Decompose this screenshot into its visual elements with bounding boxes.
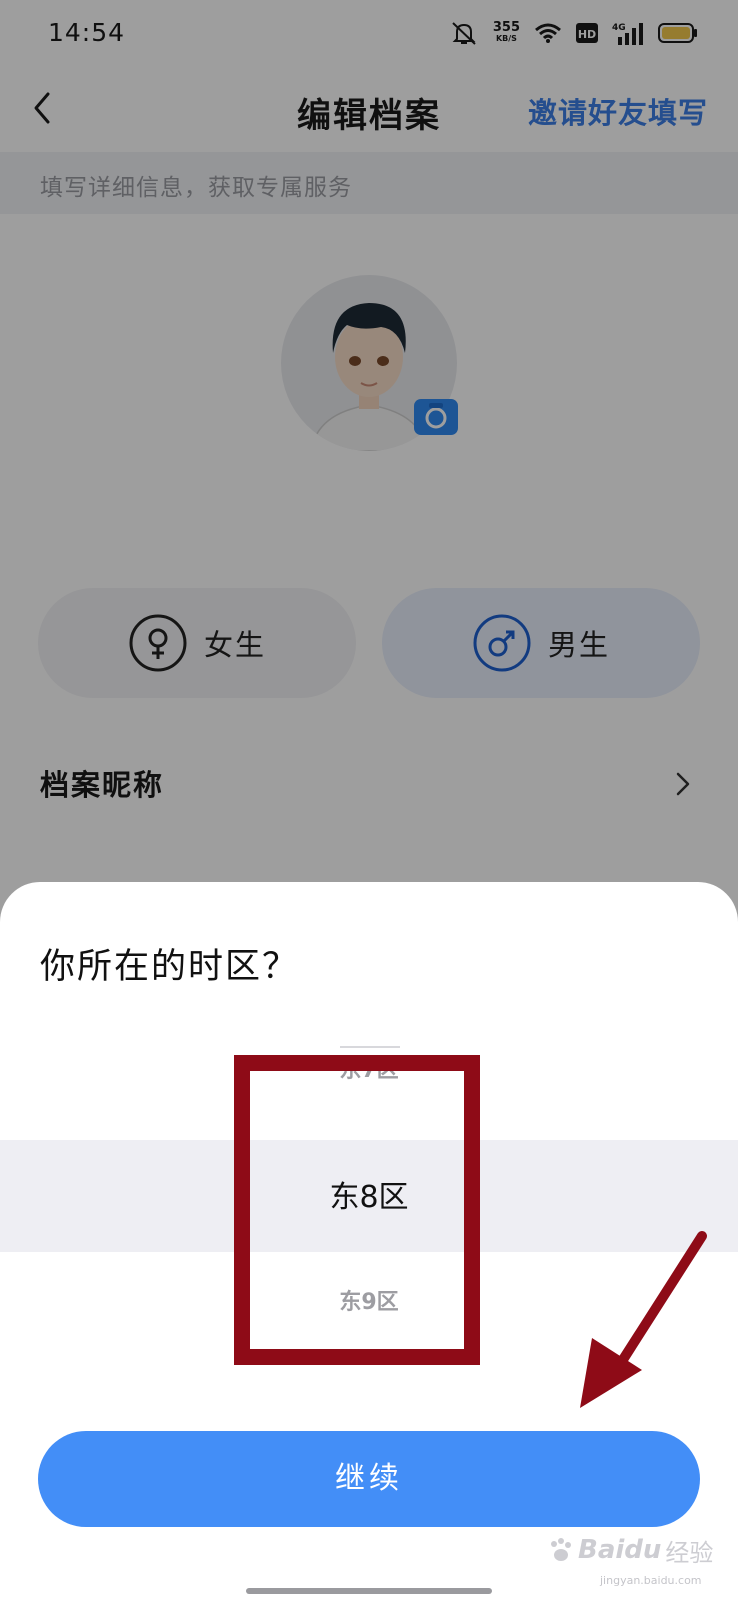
- annotation-highlight-box: [234, 1055, 480, 1365]
- continue-button[interactable]: 继续: [38, 1431, 700, 1527]
- watermark-suffix: 经验: [665, 1538, 714, 1567]
- watermark-brand: Baidu: [578, 1535, 662, 1565]
- baidu-watermark: Baidu 经验: [546, 1528, 716, 1572]
- home-indicator: [246, 1588, 492, 1594]
- watermark-url: jingyan.baidu.com: [600, 1574, 702, 1587]
- annotation-arrow-icon: [580, 1231, 707, 1408]
- sheet-title: 你所在的时区？: [40, 947, 300, 987]
- picker-fade-divider: [340, 1046, 400, 1048]
- paw-logo-icon: [551, 1538, 571, 1561]
